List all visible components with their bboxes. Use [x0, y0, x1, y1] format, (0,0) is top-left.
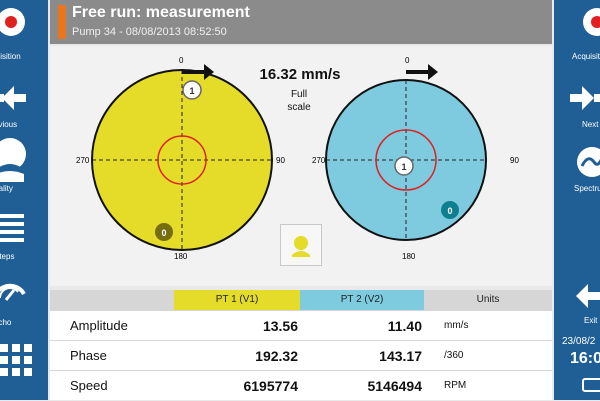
- exit-button[interactable]: Exit: [554, 272, 600, 332]
- operator-button[interactable]: [280, 224, 322, 266]
- acquisition-button-left[interactable]: Acquisition: [0, 0, 48, 64]
- previous-button[interactable]: Previous: [0, 72, 48, 132]
- grid-button[interactable]: [0, 340, 48, 400]
- left-label-right: 90: [276, 156, 285, 165]
- spectrum-icon: [577, 147, 600, 177]
- table-row-amplitude: Amplitude 13.56 11.40 mm/s: [50, 310, 552, 341]
- exit-icon: [576, 284, 600, 308]
- spectrum-label: Spectrum: [574, 184, 600, 193]
- unit-value: RPM: [444, 380, 467, 391]
- next-label: Next: [582, 120, 599, 129]
- measurement-table: PT 1 (V1) PT 2 (V2) Units Amplitude 13.5…: [50, 290, 552, 400]
- right-polar-plot: 1 0: [325, 64, 487, 241]
- arrow-left-icon: [0, 86, 26, 110]
- svg-text:1: 1: [189, 86, 194, 96]
- left-label-top: 0: [179, 56, 184, 65]
- grid-icon: [0, 344, 40, 384]
- row-label: Phase: [70, 348, 107, 363]
- table-header-spacer: [50, 290, 174, 310]
- right-label-bottom: 180: [402, 252, 416, 261]
- right-marker-0: 0: [441, 201, 459, 219]
- tacho-button[interactable]: Tacho: [0, 270, 48, 332]
- record-icon: [0, 8, 25, 36]
- pt2-value: 5146494: [367, 378, 422, 394]
- steps-button[interactable]: Steps: [0, 204, 48, 264]
- unit-value: /360: [444, 350, 464, 361]
- battery-icon: [582, 378, 600, 392]
- gauge-icon: [0, 283, 26, 301]
- left-marker-1: 1: [182, 80, 202, 100]
- unit-value: mm/s: [444, 320, 469, 331]
- header-bar: Free run: measurement Pump 34 - 08/08/20…: [50, 0, 552, 44]
- list-lines-icon: [0, 214, 24, 242]
- acquisition-button-right[interactable]: Acquisition: [554, 0, 600, 64]
- record-icon: [583, 8, 600, 36]
- exit-label: Exit: [584, 316, 598, 325]
- header-units: Units: [424, 290, 552, 310]
- acquisition-label-left: Acquisition: [0, 52, 21, 61]
- table-row-speed: Speed 6195774 5146494 RPM: [50, 370, 552, 401]
- arrow-right-icon: [570, 86, 600, 110]
- tacho-label: Tacho: [0, 318, 12, 327]
- header-pt2: PT 2 (V2): [300, 290, 424, 310]
- left-sidebar: Acquisition Previous Quality Steps: [0, 0, 48, 400]
- page-subtitle: Pump 34 - 08/08/2013 08:52:50: [72, 26, 227, 38]
- pt2-value: 11.40: [387, 318, 422, 334]
- acquisition-label-right: Acquisition: [572, 52, 600, 61]
- header-pt1: PT 1 (V1): [174, 290, 300, 310]
- date-display: 23/08/2: [562, 336, 596, 347]
- polar-panel: 1 0 0 90 180 270 16.32 mm/s Full scale 1…: [50, 46, 552, 286]
- next-button[interactable]: Next: [554, 72, 600, 132]
- time-display: 16:0: [570, 350, 600, 367]
- operator-icon: [292, 236, 310, 257]
- svg-text:0: 0: [161, 228, 166, 238]
- header-accent: [58, 5, 66, 39]
- right-label-left: 270: [312, 156, 326, 165]
- quality-label: Quality: [0, 184, 13, 193]
- operator-face-icon: [0, 138, 26, 182]
- right-sidebar: Acquisition Next Spectrum Exit 23/08/2 1…: [554, 0, 600, 400]
- row-label: Amplitude: [70, 318, 128, 333]
- left-label-left: 270: [76, 156, 90, 165]
- right-label-right: 90: [510, 156, 519, 165]
- right-marker-1: 1: [394, 156, 414, 176]
- right-rotation-arrow: [406, 64, 438, 80]
- steps-label: Steps: [0, 252, 15, 261]
- left-marker-0: 0: [155, 223, 173, 241]
- previous-label: Previous: [0, 120, 18, 129]
- page-title: Free run: measurement: [72, 4, 250, 21]
- svg-text:0: 0: [447, 206, 452, 216]
- quality-button[interactable]: Quality: [0, 134, 48, 198]
- spectrum-button[interactable]: Spectrum: [554, 140, 600, 200]
- left-label-bottom: 180: [174, 252, 188, 261]
- pt1-value: 6195774: [243, 378, 298, 394]
- full-scale-label: Full scale: [287, 89, 311, 113]
- pt1-value: 13.56: [262, 318, 298, 334]
- svg-text:1: 1: [401, 162, 406, 172]
- table-row-phase: Phase 192.32 143.17 /360: [50, 340, 552, 371]
- pt1-value: 192.32: [255, 348, 298, 364]
- left-plot-disc: [91, 69, 273, 251]
- pt2-value: 143.17: [379, 348, 422, 364]
- right-label-top: 0: [405, 56, 410, 65]
- row-label: Speed: [70, 378, 108, 393]
